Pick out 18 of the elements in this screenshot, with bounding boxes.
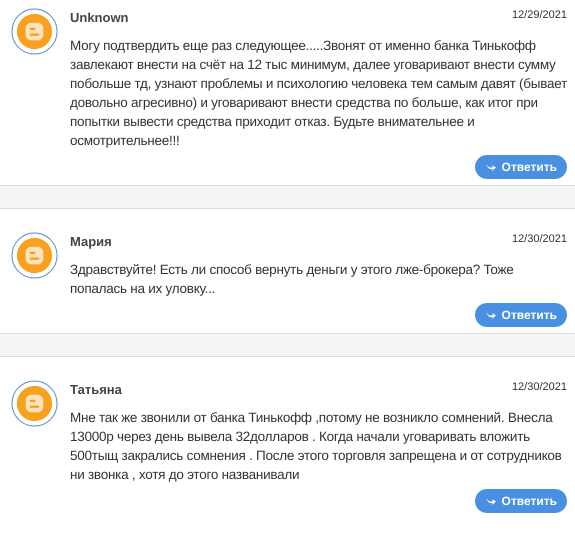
comment-text: Могу подтвердить еще раз следующее.....Звонят от именно банка Тинькофф завлекают внести на счёт на 12 тыс минимум, далее уговаривают внести сумму побольше тд, узнают проблемы и психологию человека тем самым давят (бывает довольно агресивно) и уговаривают внести средства по больше, как итог при попытки вывести средства приходит отказ. Будьте внимательнее и осмотрительнее!!! (70, 37, 567, 150)
reply-button[interactable]: Ответить (474, 155, 567, 179)
comment-text: Мне так же звонили от банка Тинькофф ,потому не возникло сомнений. Внесла 13000р через день вывела 32долларов . Когда начали уговаривать вложить 500тыщ закрались сомнения . После этого торговля запрещена и от сотрудников ни звонка , хотя до этого названивали (70, 409, 563, 484)
comment-author: Татьяна (70, 382, 122, 397)
blogger-avatar-icon (11, 380, 58, 427)
comment-date: 12/29/2021 (512, 9, 567, 21)
comment-text: Здравствуйте! Есть ли способ вернуть деньги у этого лже-брокера? Тоже попалась на их уловку... (70, 261, 515, 298)
comment-author: Unknown (70, 10, 128, 25)
comment-author: Мария (70, 234, 112, 249)
blogger-avatar-icon (11, 8, 58, 55)
reply-button[interactable]: Ответить (474, 489, 567, 513)
blogger-avatar-icon (11, 232, 58, 279)
reply-arrow-icon (484, 162, 497, 172)
comment-date: 12/30/2021 (512, 381, 567, 393)
reply-button[interactable]: Ответить (474, 303, 567, 327)
comment-date: 12/30/2021 (512, 233, 567, 245)
reply-arrow-icon (484, 310, 497, 320)
reply-arrow-icon (484, 496, 497, 506)
